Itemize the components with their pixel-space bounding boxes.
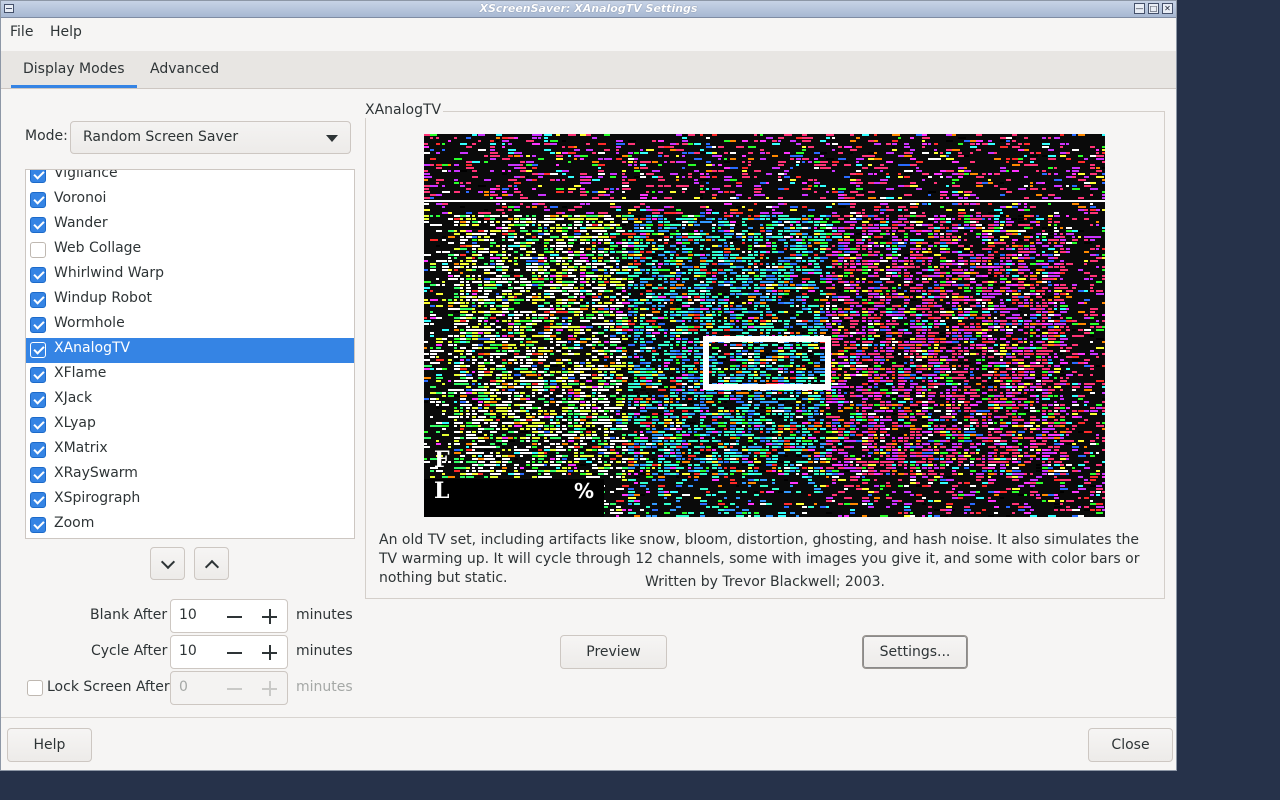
blank-after-spinner[interactable]: 10 <box>170 599 288 633</box>
tv-static-image <box>424 134 1105 517</box>
list-item[interactable]: Vigilance <box>26 169 354 188</box>
cycle-after-spinner[interactable]: 10 <box>170 635 288 669</box>
list-item[interactable]: Windup Robot <box>26 288 354 313</box>
list-item[interactable]: XSpirograph <box>26 488 354 513</box>
enable-checkbox[interactable] <box>30 317 46 333</box>
enable-checkbox[interactable] <box>30 217 46 233</box>
mode-dropdown[interactable]: Random Screen Saver <box>70 121 351 154</box>
chevron-up-icon <box>204 559 220 575</box>
move-down-button[interactable] <box>150 547 185 580</box>
enable-checkbox[interactable] <box>30 442 46 458</box>
window-title: XScreenSaver: XAnalogTV Settings <box>479 2 698 15</box>
list-item-label: XFlame <box>54 365 107 381</box>
overlay-char-percent: % <box>574 479 595 503</box>
list-item[interactable]: Web Collage <box>26 238 354 263</box>
tab-advanced[interactable]: Advanced <box>138 51 231 88</box>
title-bar[interactable]: XScreenSaver: XAnalogTV Settings — □ ✕ <box>1 1 1176 18</box>
list-item-label: XRaySwarm <box>54 465 138 481</box>
preview-screen[interactable]: F L % <box>424 134 1105 517</box>
lock-after-value: 0 <box>179 679 188 695</box>
increment-icon <box>262 681 277 696</box>
lock-after-unit: minutes <box>296 679 353 695</box>
list-item[interactable]: Whirlwind Warp <box>26 263 354 288</box>
preview-frame-title: XAnalogTV <box>365 102 444 118</box>
list-item-label: XMatrix <box>54 440 108 456</box>
list-item[interactable]: Wormhole <box>26 313 354 338</box>
mode-value: Random Screen Saver <box>83 129 239 145</box>
list-item[interactable]: XMatrix <box>26 438 354 463</box>
list-item-label: Zoom <box>54 515 95 531</box>
enable-checkbox[interactable] <box>30 417 46 433</box>
overlay-char-l: L <box>434 478 450 504</box>
enable-checkbox[interactable] <box>30 342 46 358</box>
settings-window: XScreenSaver: XAnalogTV Settings — □ ✕ F… <box>0 0 1177 771</box>
decrement-icon[interactable] <box>227 652 242 654</box>
list-item[interactable]: XLyap <box>26 413 354 438</box>
decrement-icon <box>227 688 242 690</box>
list-item-label: Voronoi <box>54 190 107 206</box>
dropdown-arrow-icon <box>326 135 338 142</box>
separator <box>1 717 1176 718</box>
menu-file[interactable]: File <box>10 24 33 40</box>
blank-after-value[interactable]: 10 <box>179 607 197 623</box>
hack-credit: Written by Trevor Blackwell; 2003. <box>645 574 885 590</box>
cycle-after-unit: minutes <box>296 643 353 659</box>
enable-checkbox[interactable] <box>30 517 46 533</box>
list-item[interactable]: Zoom <box>26 513 354 538</box>
increment-icon[interactable] <box>262 609 277 624</box>
list-item-label: Web Collage <box>54 240 142 256</box>
enable-checkbox[interactable] <box>30 367 46 383</box>
enable-checkbox[interactable] <box>30 392 46 408</box>
decrement-icon[interactable] <box>227 616 242 618</box>
increment-icon[interactable] <box>262 645 277 660</box>
cycle-after-value[interactable]: 10 <box>179 643 197 659</box>
blank-after-label: Blank After <box>90 607 168 623</box>
minimize-icon[interactable]: — <box>1134 3 1145 14</box>
tab-bar: Display Modes Advanced <box>1 51 1176 89</box>
preview-button[interactable]: Preview <box>560 635 667 669</box>
list-item-label: XLyap <box>54 415 96 431</box>
overlay-char-f: F <box>434 447 450 473</box>
list-item[interactable]: XFlame <box>26 363 354 388</box>
chevron-down-icon <box>160 554 176 570</box>
list-item-label: XSpirograph <box>54 490 141 506</box>
list-item-label: Windup Robot <box>54 290 152 306</box>
list-item-label: Whirlwind Warp <box>54 265 164 281</box>
enable-checkbox[interactable] <box>30 492 46 508</box>
mode-label: Mode: <box>25 128 68 144</box>
enable-checkbox[interactable] <box>30 467 46 483</box>
help-button[interactable]: Help <box>7 728 92 762</box>
maximize-icon[interactable]: □ <box>1148 3 1159 14</box>
lock-screen-checkbox[interactable] <box>27 680 43 696</box>
list-item[interactable]: XJack <box>26 388 354 413</box>
screensaver-list[interactable]: Vigilance Voronoi Wander Web Collage Whirlwi… <box>25 169 355 539</box>
list-item[interactable]: XRaySwarm <box>26 463 354 488</box>
list-item-label: XAnalogTV <box>54 340 131 356</box>
list-item-label: Wander <box>54 215 108 231</box>
menu-bar: File Help <box>1 18 1176 46</box>
close-button[interactable]: Close <box>1088 728 1173 762</box>
close-window-icon[interactable]: ✕ <box>1162 3 1173 14</box>
cycle-after-label: Cycle After <box>91 643 168 659</box>
enable-checkbox[interactable] <box>30 242 46 258</box>
enable-checkbox[interactable] <box>30 292 46 308</box>
list-item-label: XJack <box>54 390 93 406</box>
blank-after-unit: minutes <box>296 607 353 623</box>
list-item[interactable]: Wander <box>26 213 354 238</box>
list-item[interactable]: XAnalogTV <box>26 338 354 363</box>
menu-help[interactable]: Help <box>50 24 82 40</box>
enable-checkbox[interactable] <box>30 267 46 283</box>
move-up-button[interactable] <box>194 547 229 580</box>
lock-screen-label: Lock Screen After <box>47 679 170 695</box>
settings-button[interactable]: Settings... <box>862 635 968 669</box>
lock-after-spinner: 0 <box>170 671 288 705</box>
enable-checkbox[interactable] <box>30 170 46 183</box>
list-item-label: Vigilance <box>54 169 118 181</box>
list-item-label: Wormhole <box>54 315 125 331</box>
list-item[interactable]: Voronoi <box>26 188 354 213</box>
tab-display-modes[interactable]: Display Modes <box>11 51 137 88</box>
enable-checkbox[interactable] <box>30 192 46 208</box>
